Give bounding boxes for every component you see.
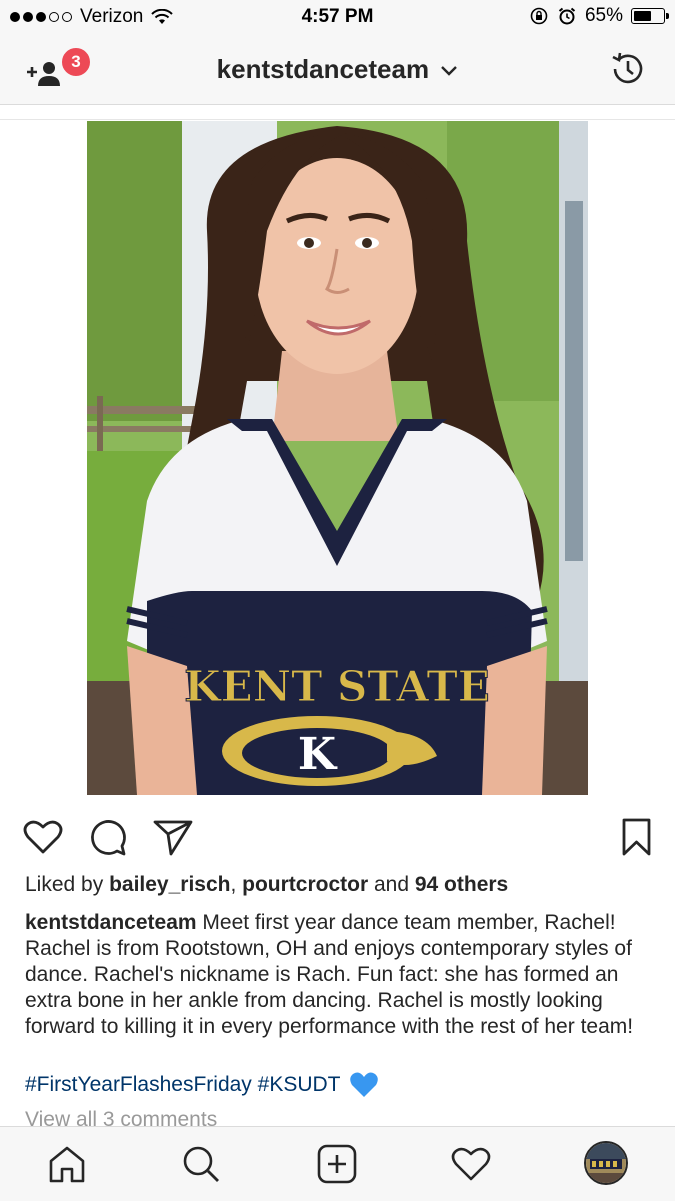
account-switcher[interactable]: kentstdanceteam [0,54,675,85]
nav-header: 3 kentstdanceteam [0,36,675,105]
history-button[interactable] [609,50,647,88]
bookmark-icon [622,818,651,856]
likes-summary: Liked by bailey_risch, pourtcroctor and … [25,873,655,897]
liked-by-separator: , [230,873,243,896]
hashtag-links[interactable]: #FirstYearFlashesFriday #KSUDT [25,1073,341,1097]
home-icon [49,1146,85,1183]
caption-hashtags[interactable]: #FirstYearFlashesFriday #KSUDT [25,1071,379,1099]
status-bar: Verizon 4:57 PM 65% [0,0,675,36]
likes-others-link[interactable]: 94 others [415,873,508,896]
comment-icon [91,820,126,856]
tab-bar [0,1126,675,1201]
comment-button[interactable] [87,816,129,858]
profile-avatar-image [586,1143,626,1183]
like-button[interactable] [22,816,64,858]
battery-icon [631,8,669,24]
shirt-text: KENT STATE [184,662,490,711]
post-actions [0,810,675,862]
new-post-icon [317,1144,357,1184]
orientation-lock-icon [530,7,548,25]
chevron-down-icon [441,66,458,76]
caption-username[interactable]: kentstdanceteam [25,911,197,934]
liked-by-label: Liked by [25,873,110,896]
save-button[interactable] [616,816,658,858]
liker-username[interactable]: pourtcroctor [242,873,368,896]
share-button[interactable] [152,816,194,858]
post-photo-image: KENT STATE K [87,121,588,795]
history-icon [612,52,643,84]
post-photo[interactable]: KENT STATE K [87,121,588,795]
blue-heart-icon [349,1072,378,1097]
tab-new-post[interactable] [314,1141,360,1187]
alarm-icon [558,7,576,25]
post-caption: kentstdanceteam Meet first year dance te… [25,910,655,1040]
send-icon [153,820,193,856]
battery-percent: 65% [584,5,623,26]
search-icon [183,1146,219,1182]
tab-profile-avatar[interactable] [584,1141,628,1185]
activity-heart-icon [451,1147,491,1181]
tab-home[interactable] [44,1141,90,1187]
tab-activity[interactable] [448,1141,494,1187]
tab-search[interactable] [178,1141,224,1187]
heart-icon [23,820,63,854]
svg-text:K: K [298,729,338,780]
liker-username[interactable]: bailey_risch [109,873,230,896]
page-title: kentstdanceteam [216,54,430,84]
status-right: 65% [529,5,669,27]
divider [0,119,675,120]
liked-by-and: and [368,873,415,896]
